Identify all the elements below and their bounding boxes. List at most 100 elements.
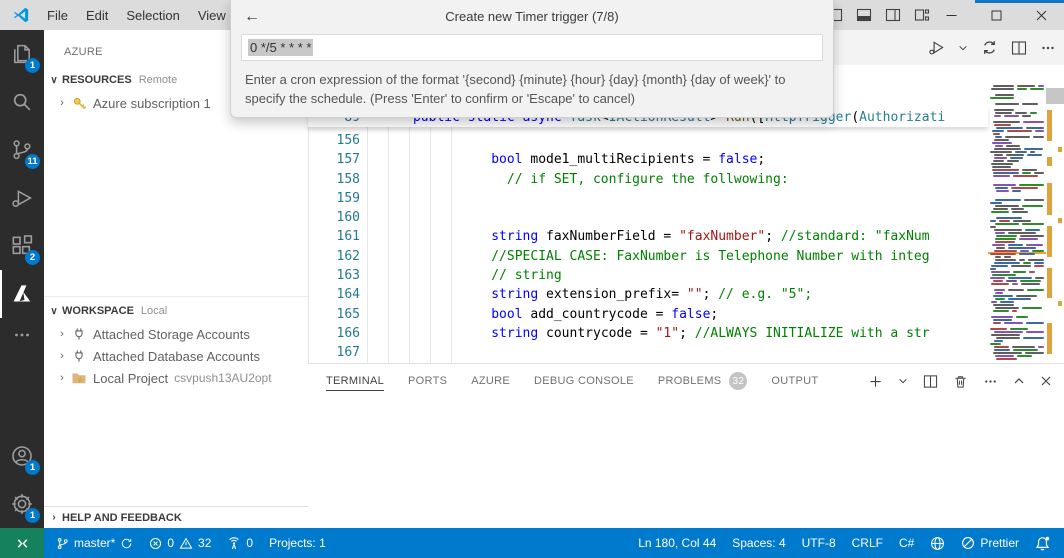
minimap-line: [994, 115, 1001, 117]
minimap-line: [1020, 235, 1044, 237]
code-editor[interactable]: 156157 bool mode1_multiRecipients = fals…: [308, 131, 988, 363]
section-help-and-feedback[interactable]: › HELP AND FEEDBACK: [44, 506, 308, 528]
minimap-line: [993, 85, 1014, 87]
code-line-163: 163 // string: [308, 266, 988, 285]
vscode-logo-icon: [12, 6, 30, 24]
minimap-line: [1008, 298, 1031, 300]
minimap-line: [1025, 352, 1044, 354]
panel-tab-problems[interactable]: PROBLEMS32: [658, 364, 748, 398]
branch-status-item[interactable]: master*: [48, 528, 141, 558]
activity-explorer[interactable]: 1: [0, 30, 44, 78]
minimap-line: [1008, 244, 1023, 246]
cursor-position-item[interactable]: Ln 180, Col 44: [630, 528, 724, 558]
indentation-item[interactable]: Spaces: 4: [724, 528, 793, 558]
formatter-status-item[interactable]: Prettier: [953, 528, 1027, 558]
bell-icon[interactable]: [1027, 528, 1058, 558]
split-editor-icon[interactable]: [1011, 40, 1027, 56]
terminal-body[interactable]: [308, 399, 1064, 529]
minimap-line: [1020, 280, 1041, 282]
toggle-secondary-sidebar-icon[interactable]: [885, 7, 901, 23]
minimap[interactable]: [988, 85, 1046, 363]
maximize-icon[interactable]: [974, 0, 1019, 30]
section-workspace-label: WORKSPACE: [62, 305, 134, 317]
panel-tab-terminal[interactable]: TERMINAL: [326, 364, 384, 398]
panel-tab-debug-console[interactable]: DEBUG CONSOLE: [534, 364, 634, 398]
minimap-line: [990, 202, 1002, 204]
debug-run-icon[interactable]: [928, 39, 945, 56]
minimap-line: [991, 265, 1008, 267]
minimap-line: [994, 289, 1005, 291]
back-arrow-icon[interactable]: ←: [244, 0, 260, 33]
code-line-159: 159: [308, 189, 988, 208]
minimap-line: [992, 244, 1005, 246]
menu-selection[interactable]: Selection: [117, 0, 188, 30]
activity-search[interactable]: [0, 78, 44, 126]
minimap-line: [1035, 277, 1044, 279]
tree-item-attached-storage[interactable]: › Attached Storage Accounts: [44, 323, 308, 345]
activity-manage[interactable]: 1: [0, 480, 44, 528]
minimap-line: [996, 337, 1020, 339]
ports-status-item[interactable]: 0: [219, 528, 261, 558]
minimap-line: [991, 271, 1010, 273]
scrollbar-slider[interactable]: [1046, 88, 1064, 104]
panel-tab-output[interactable]: OUTPUT: [771, 364, 818, 398]
split-terminal-icon[interactable]: [923, 374, 938, 389]
chevron-down-icon[interactable]: [958, 43, 968, 53]
minimap-line: [1021, 283, 1040, 285]
window-accent-strip: [975, 0, 1064, 3]
more-actions-icon[interactable]: [1040, 40, 1056, 56]
problems-status-item[interactable]: 0 32: [141, 528, 219, 558]
minimap-line: [1022, 169, 1038, 171]
azure-icon: [10, 282, 34, 306]
language-mode-item[interactable]: C#: [891, 528, 922, 558]
activity-extensions[interactable]: 2: [0, 222, 44, 270]
menu-edit[interactable]: Edit: [77, 0, 117, 30]
activity-run-and-debug[interactable]: [0, 174, 44, 222]
close-icon[interactable]: [1019, 0, 1064, 30]
csharp-extension-icon[interactable]: [922, 528, 953, 558]
overview-ruler[interactable]: [1046, 65, 1064, 363]
panel-more-actions-icon[interactable]: [983, 374, 998, 389]
activity-accounts[interactable]: 1: [0, 432, 44, 480]
minimap-line: [1012, 283, 1018, 285]
minimap-line: [993, 280, 1003, 282]
cron-expression-input[interactable]: 0 */5 * * * *: [241, 34, 823, 61]
minimap-line: [1029, 271, 1035, 273]
toggle-panel-icon[interactable]: [856, 7, 872, 23]
kill-terminal-icon[interactable]: [953, 374, 968, 389]
status-bar-right: Ln 180, Col 44 Spaces: 4 UTF-8 CRLF C# P…: [630, 528, 1064, 558]
synchronize-changes-icon[interactable]: [981, 39, 998, 56]
new-terminal-icon[interactable]: [868, 374, 883, 389]
minimap-line: [994, 157, 1007, 159]
activity-more-views[interactable]: [0, 318, 44, 352]
extensions-badge: 2: [25, 250, 40, 265]
encoding-item[interactable]: UTF-8: [794, 528, 844, 558]
minimap-line: [1026, 331, 1044, 333]
maximize-panel-icon[interactable]: [1013, 375, 1025, 387]
menu-view[interactable]: View: [189, 0, 235, 30]
minimap-line: [1034, 265, 1044, 267]
minimap-line: [990, 343, 1001, 345]
minimap-line: [1019, 259, 1025, 261]
minimap-line: [993, 160, 1004, 162]
minimap-line: [1027, 289, 1044, 291]
activity-azure[interactable]: [0, 270, 44, 318]
customize-layout-icon[interactable]: [914, 7, 930, 23]
minimize-icon[interactable]: [929, 0, 974, 30]
eol-item[interactable]: CRLF: [844, 528, 891, 558]
tree-item-attached-database[interactable]: › Attached Database Accounts: [44, 345, 308, 367]
remote-indicator[interactable]: [0, 528, 44, 558]
minimap-line: [1022, 307, 1041, 309]
terminal-picker-chevron-icon[interactable]: [898, 376, 908, 386]
menu-file[interactable]: File: [38, 0, 77, 30]
panel-tab-azure[interactable]: AZURE: [471, 364, 510, 398]
section-workspace[interactable]: ∨ WORKSPACE Local: [44, 299, 308, 323]
projects-status-item[interactable]: Projects: 1: [261, 528, 334, 558]
activity-source-control[interactable]: 11: [0, 126, 44, 174]
minimap-line: [1016, 295, 1037, 297]
close-panel-icon[interactable]: [1040, 375, 1052, 387]
panel-tab-ports[interactable]: PORTS: [408, 364, 447, 398]
minimap-line: [995, 241, 1015, 243]
tree-item-local-project[interactable]: › Local Project csvpush13AU2opt: [44, 367, 308, 389]
encoding-label: UTF-8: [802, 536, 836, 550]
